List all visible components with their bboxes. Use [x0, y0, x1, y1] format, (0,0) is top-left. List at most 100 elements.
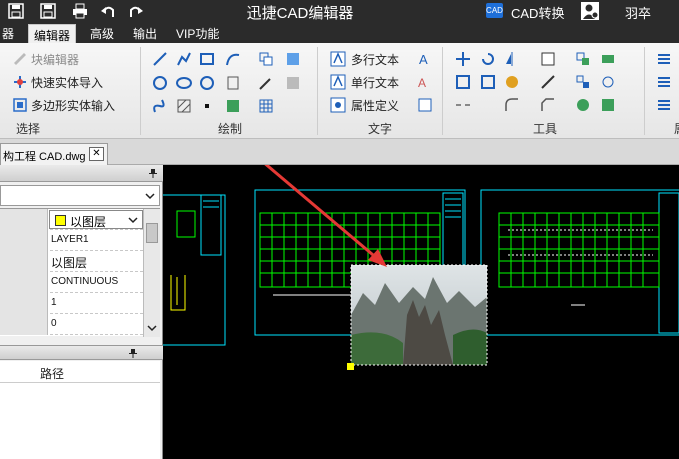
svg-text:A: A: [419, 52, 428, 67]
ribbon-toolbar: 块编辑器 快速实体导入 多边形实体输入 选择 绘制 多行文本 单行文本 属性定义: [0, 43, 679, 139]
table-row[interactable]: 1: [0, 293, 143, 314]
color-icon[interactable]: [504, 74, 520, 90]
group-separator: [140, 47, 141, 135]
annotation-arrow: [264, 165, 387, 267]
ellipse-icon[interactable]: [176, 75, 192, 91]
line-icon[interactable]: [152, 51, 168, 67]
table-row[interactable]: LAYER1: [0, 230, 143, 251]
table-row: 以图层: [0, 209, 143, 230]
list-icon[interactable]: [656, 97, 672, 113]
group-label-select: 选择: [15, 122, 40, 136]
document-tab[interactable]: 构工程 CAD.dwg ✕: [0, 143, 108, 165]
object-type-select[interactable]: [0, 185, 160, 206]
pen-icon[interactable]: [258, 75, 274, 91]
group-separator: [442, 47, 443, 135]
title-bar: 迅捷CAD编辑器 CAD CAD转换 羽卒: [0, 0, 679, 22]
purge-icon[interactable]: [600, 97, 616, 113]
chamfer-icon[interactable]: [540, 97, 556, 113]
scrollbar-thumb[interactable]: [146, 223, 158, 243]
menu-item-output[interactable]: 输出: [133, 25, 157, 42]
hatch-icon[interactable]: [176, 98, 192, 114]
pin-icon[interactable]: [128, 348, 138, 358]
svg-text:A: A: [418, 76, 426, 90]
table-row[interactable]: CONTINUOUS: [0, 272, 143, 293]
property-name-cell: [0, 230, 48, 251]
wblock-icon[interactable]: [285, 75, 301, 91]
mtext-button[interactable]: 多行文本: [351, 51, 399, 68]
property-value-scale: 1: [51, 297, 57, 308]
attribute-def-button[interactable]: 属性定义: [351, 97, 399, 114]
rotate-icon[interactable]: [480, 51, 496, 67]
break-icon[interactable]: [455, 97, 471, 113]
group-icon[interactable]: [575, 51, 591, 67]
text-find-icon[interactable]: [417, 97, 433, 113]
menu-item-editor-cut[interactable]: 器: [2, 25, 14, 42]
polyline-icon[interactable]: [176, 51, 192, 67]
document-tab-strip: 构工程 CAD.dwg ✕: [0, 139, 679, 165]
property-name-cell: [0, 293, 48, 314]
text-edit-icon[interactable]: A: [417, 74, 433, 90]
quick-import-button[interactable]: 快速实体导入: [31, 74, 103, 91]
properties-icon[interactable]: [540, 51, 556, 67]
block-editor-button[interactable]: 块编辑器: [31, 51, 79, 68]
file-list: 路径: [0, 361, 160, 459]
measure-icon[interactable]: [600, 74, 616, 90]
user-name[interactable]: 羽卒: [625, 3, 651, 22]
window-title: 迅捷CAD编辑器: [246, 5, 354, 22]
menu-item-advanced[interactable]: 高级: [90, 25, 114, 42]
stext-button[interactable]: 单行文本: [351, 74, 399, 91]
block-insert-icon[interactable]: [285, 51, 301, 67]
mirror-icon[interactable]: [504, 51, 520, 67]
ungroup-icon[interactable]: [575, 74, 591, 90]
list-icon[interactable]: [656, 74, 672, 90]
drawing-canvas[interactable]: [163, 165, 679, 459]
drawing-svg: [163, 165, 679, 370]
polygon-input-button[interactable]: 多边形实体输入: [31, 97, 115, 114]
stretch-icon[interactable]: [480, 74, 496, 90]
arc-icon[interactable]: [225, 51, 241, 67]
point-icon[interactable]: [199, 98, 215, 114]
layer-select[interactable]: 以图层: [49, 210, 143, 229]
fillet-icon[interactable]: [504, 97, 520, 113]
polygon-icon[interactable]: [199, 75, 215, 91]
rectangle-icon[interactable]: [199, 51, 215, 67]
menu-item-editor[interactable]: 编辑器: [28, 24, 77, 43]
explode-icon[interactable]: [575, 97, 591, 113]
text-style-icon[interactable]: A: [417, 51, 433, 67]
pin-icon[interactable]: [148, 168, 158, 178]
scale-icon[interactable]: [455, 74, 471, 90]
group-label-tools: 工具: [532, 122, 557, 136]
list-icon[interactable]: [656, 51, 672, 67]
table-row[interactable]: 以图层: [0, 251, 143, 272]
table-row[interactable]: 0: [0, 314, 143, 335]
layer-icon[interactable]: [600, 51, 616, 67]
column-header-path[interactable]: 路径: [40, 365, 64, 382]
stext-icon: [330, 74, 346, 90]
menu-item-vip[interactable]: VIP功能: [176, 25, 219, 42]
table-icon[interactable]: [258, 98, 274, 114]
circle-icon[interactable]: [152, 75, 168, 91]
move-icon[interactable]: [455, 51, 471, 67]
selection-grip-handle: [347, 363, 354, 370]
image-icon[interactable]: [225, 98, 241, 114]
panel-header: [0, 165, 163, 182]
user-icon[interactable]: [581, 2, 599, 20]
property-scrollbar[interactable]: [143, 209, 160, 337]
match-icon[interactable]: [540, 74, 556, 90]
group-separator: [317, 47, 318, 135]
chevron-down-icon[interactable]: [147, 323, 157, 333]
menu-bar: 器 编辑器 高级 输出 VIP功能: [0, 22, 679, 43]
region-icon[interactable]: [225, 75, 241, 91]
property-name-cell: [0, 209, 48, 230]
cad-convert-badge[interactable]: CAD: [486, 3, 503, 18]
spline-icon[interactable]: [152, 98, 168, 114]
property-name-cell: [0, 314, 48, 335]
copy-icon[interactable]: [258, 51, 274, 67]
cad-convert-button[interactable]: CAD转换: [511, 3, 564, 22]
cad-editor-window: 迅捷CAD编辑器 CAD CAD转换 羽卒 器 编辑器 高级 输出 VIP功能 …: [0, 0, 679, 459]
property-value-thickness: 0: [51, 318, 57, 329]
inserted-landscape-image: [347, 264, 488, 370]
close-icon[interactable]: ✕: [89, 147, 104, 161]
layer-color-swatch: [55, 215, 66, 226]
layer-select-value: 以图层: [70, 215, 107, 229]
